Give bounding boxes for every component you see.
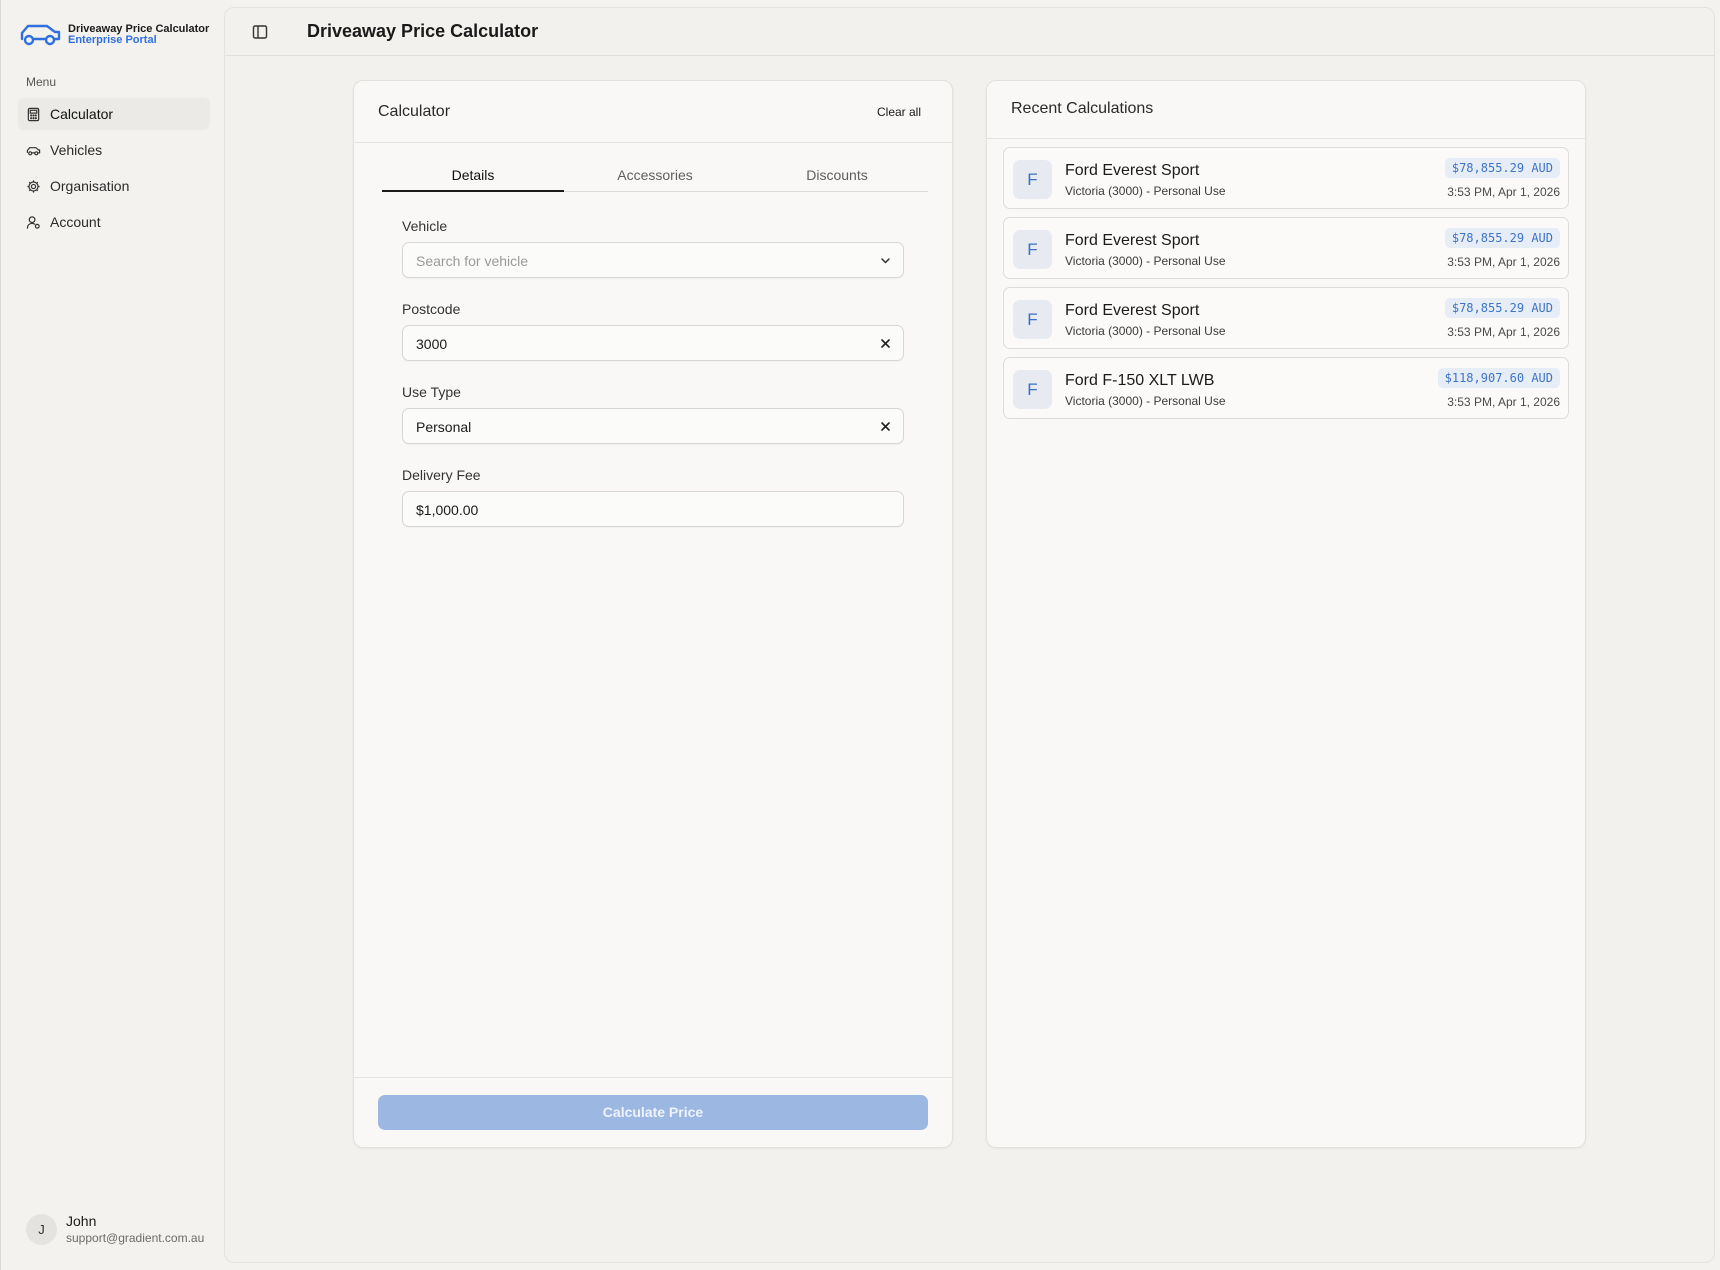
- app-window: Driveaway Price Calculator Enterprise Po…: [0, 0, 1720, 1270]
- calculator-title: Calculator: [378, 103, 451, 120]
- main-panel: Driveaway Price Calculator Calculator Cl…: [224, 7, 1715, 1263]
- recent-list: F Ford Everest Sport Victoria (3000) - P…: [1003, 147, 1569, 427]
- price-badge: $118,907.60 AUD: [1437, 368, 1560, 388]
- brand-text: Driveaway Price Calculator Enterprise Po…: [68, 23, 209, 46]
- price-badge: $78,855.29 AUD: [1444, 298, 1560, 318]
- vehicle-placeholder: Search for vehicle: [416, 253, 529, 269]
- chevron-down-icon[interactable]: [879, 254, 892, 267]
- car-icon: [26, 146, 41, 155]
- user-info: John support@gradient.com.au: [66, 1213, 204, 1246]
- list-item[interactable]: F Ford Everest Sport Victoria (3000) - P…: [1003, 217, 1569, 279]
- recent-calculations-card: Recent Calculations F Ford Everest Sport…: [986, 80, 1586, 1148]
- timestamp: 3:53 PM, Apr 1, 2026: [1447, 255, 1560, 269]
- postcode-input[interactable]: 3000: [402, 325, 904, 361]
- vehicle-details: Victoria (3000) - Personal Use: [1065, 394, 1226, 408]
- brand-subtitle: Enterprise Portal: [68, 33, 157, 46]
- vehicle-avatar: F: [1013, 160, 1052, 199]
- brand[interactable]: Driveaway Price Calculator Enterprise Po…: [19, 20, 209, 48]
- calculate-price-button[interactable]: Calculate Price: [378, 1095, 928, 1130]
- vehicle-label: Vehicle: [402, 218, 448, 234]
- vehicle-select[interactable]: Search for vehicle: [402, 242, 904, 278]
- sidebar-item-label: Account: [50, 214, 101, 230]
- avatar: J: [26, 1214, 57, 1245]
- user-email: support@gradient.com.au: [66, 1231, 205, 1245]
- tab-details[interactable]: Details: [382, 153, 564, 192]
- sidebar-toggle-icon[interactable]: [251, 23, 269, 41]
- timestamp: 3:53 PM, Apr 1, 2026: [1447, 185, 1560, 199]
- vehicle-details: Victoria (3000) - Personal Use: [1065, 184, 1226, 198]
- postcode-field: Postcode 3000: [402, 301, 904, 361]
- list-item[interactable]: F Ford Everest Sport Victoria (3000) - P…: [1003, 147, 1569, 209]
- delivery-fee-label: Delivery Fee: [402, 467, 481, 483]
- tab-discounts[interactable]: Discounts: [746, 153, 928, 191]
- sidebar-item-label: Vehicles: [50, 142, 103, 158]
- topbar: Driveaway Price Calculator: [225, 8, 1714, 56]
- sidebar: Driveaway Price Calculator Enterprise Po…: [1, 0, 223, 1270]
- sidebar-nav: Calculator Vehicles Organisation Account: [18, 98, 210, 242]
- use-type-select[interactable]: Personal: [402, 408, 904, 444]
- use-type-field: Use Type Personal: [402, 384, 904, 444]
- delivery-fee-value: $1,000.00: [416, 502, 479, 518]
- calculator-tabs: Details Accessories Discounts: [382, 153, 928, 192]
- brand-title: Driveaway Price Calculator: [68, 22, 210, 35]
- user-profile[interactable]: J John support@gradient.com.au: [26, 1213, 204, 1246]
- tab-accessories[interactable]: Accessories: [564, 153, 746, 191]
- user-name: John: [66, 1213, 97, 1229]
- clear-all-button[interactable]: Clear all: [877, 105, 921, 119]
- details-form: Vehicle Search for vehicle Postcode 3000: [402, 218, 904, 550]
- recent-card-header: Recent Calculations: [987, 81, 1585, 139]
- timestamp: 3:53 PM, Apr 1, 2026: [1447, 325, 1560, 339]
- price-badge: $78,855.29 AUD: [1444, 228, 1560, 248]
- timestamp: 3:53 PM, Apr 1, 2026: [1447, 395, 1560, 409]
- postcode-value: 3000: [416, 336, 448, 352]
- use-type-value: Personal: [416, 419, 472, 435]
- page-title: Driveaway Price Calculator: [307, 21, 539, 41]
- calculator-footer: Calculate Price: [354, 1077, 952, 1147]
- vehicle-details: Victoria (3000) - Personal Use: [1065, 254, 1226, 268]
- sidebar-item-organisation[interactable]: Organisation: [18, 170, 210, 202]
- delivery-fee-field: Delivery Fee $1,000.00: [402, 467, 904, 527]
- calculator-card: Calculator Clear all Details Accessories…: [353, 80, 953, 1148]
- list-item[interactable]: F Ford Everest Sport Victoria (3000) - P…: [1003, 287, 1569, 349]
- sidebar-item-label: Organisation: [50, 178, 130, 194]
- vehicle-field: Vehicle Search for vehicle: [402, 218, 904, 278]
- vehicle-avatar: F: [1013, 370, 1052, 409]
- vehicle-details: Victoria (3000) - Personal Use: [1065, 324, 1226, 338]
- postcode-label: Postcode: [402, 301, 461, 317]
- use-type-label: Use Type: [402, 384, 461, 400]
- car-icon: [20, 24, 61, 46]
- vehicle-name: Ford F-150 XLT LWB: [1065, 372, 1215, 389]
- vehicle-name: Ford Everest Sport: [1065, 302, 1200, 319]
- calculator-card-header: Calculator Clear all: [354, 81, 952, 143]
- vehicle-avatar: F: [1013, 230, 1052, 269]
- menu-label: Menu: [26, 75, 57, 89]
- sidebar-item-account[interactable]: Account: [18, 206, 210, 238]
- vehicle-name: Ford Everest Sport: [1065, 232, 1200, 249]
- price-badge: $78,855.29 AUD: [1444, 158, 1560, 178]
- calculator-icon: [27, 107, 40, 121]
- vehicle-avatar: F: [1013, 300, 1052, 339]
- list-item[interactable]: F Ford F-150 XLT LWB Victoria (3000) - P…: [1003, 357, 1569, 419]
- user-icon: [26, 215, 40, 229]
- vehicle-name: Ford Everest Sport: [1065, 162, 1200, 179]
- close-icon[interactable]: [879, 420, 892, 433]
- close-icon[interactable]: [879, 337, 892, 350]
- gear-icon: [27, 179, 40, 193]
- delivery-fee-input[interactable]: $1,000.00: [402, 491, 904, 527]
- recent-title: Recent Calculations: [1011, 100, 1154, 117]
- sidebar-item-vehicles[interactable]: Vehicles: [18, 134, 210, 166]
- sidebar-item-calculator[interactable]: Calculator: [18, 98, 210, 130]
- sidebar-item-label: Calculator: [50, 106, 114, 122]
